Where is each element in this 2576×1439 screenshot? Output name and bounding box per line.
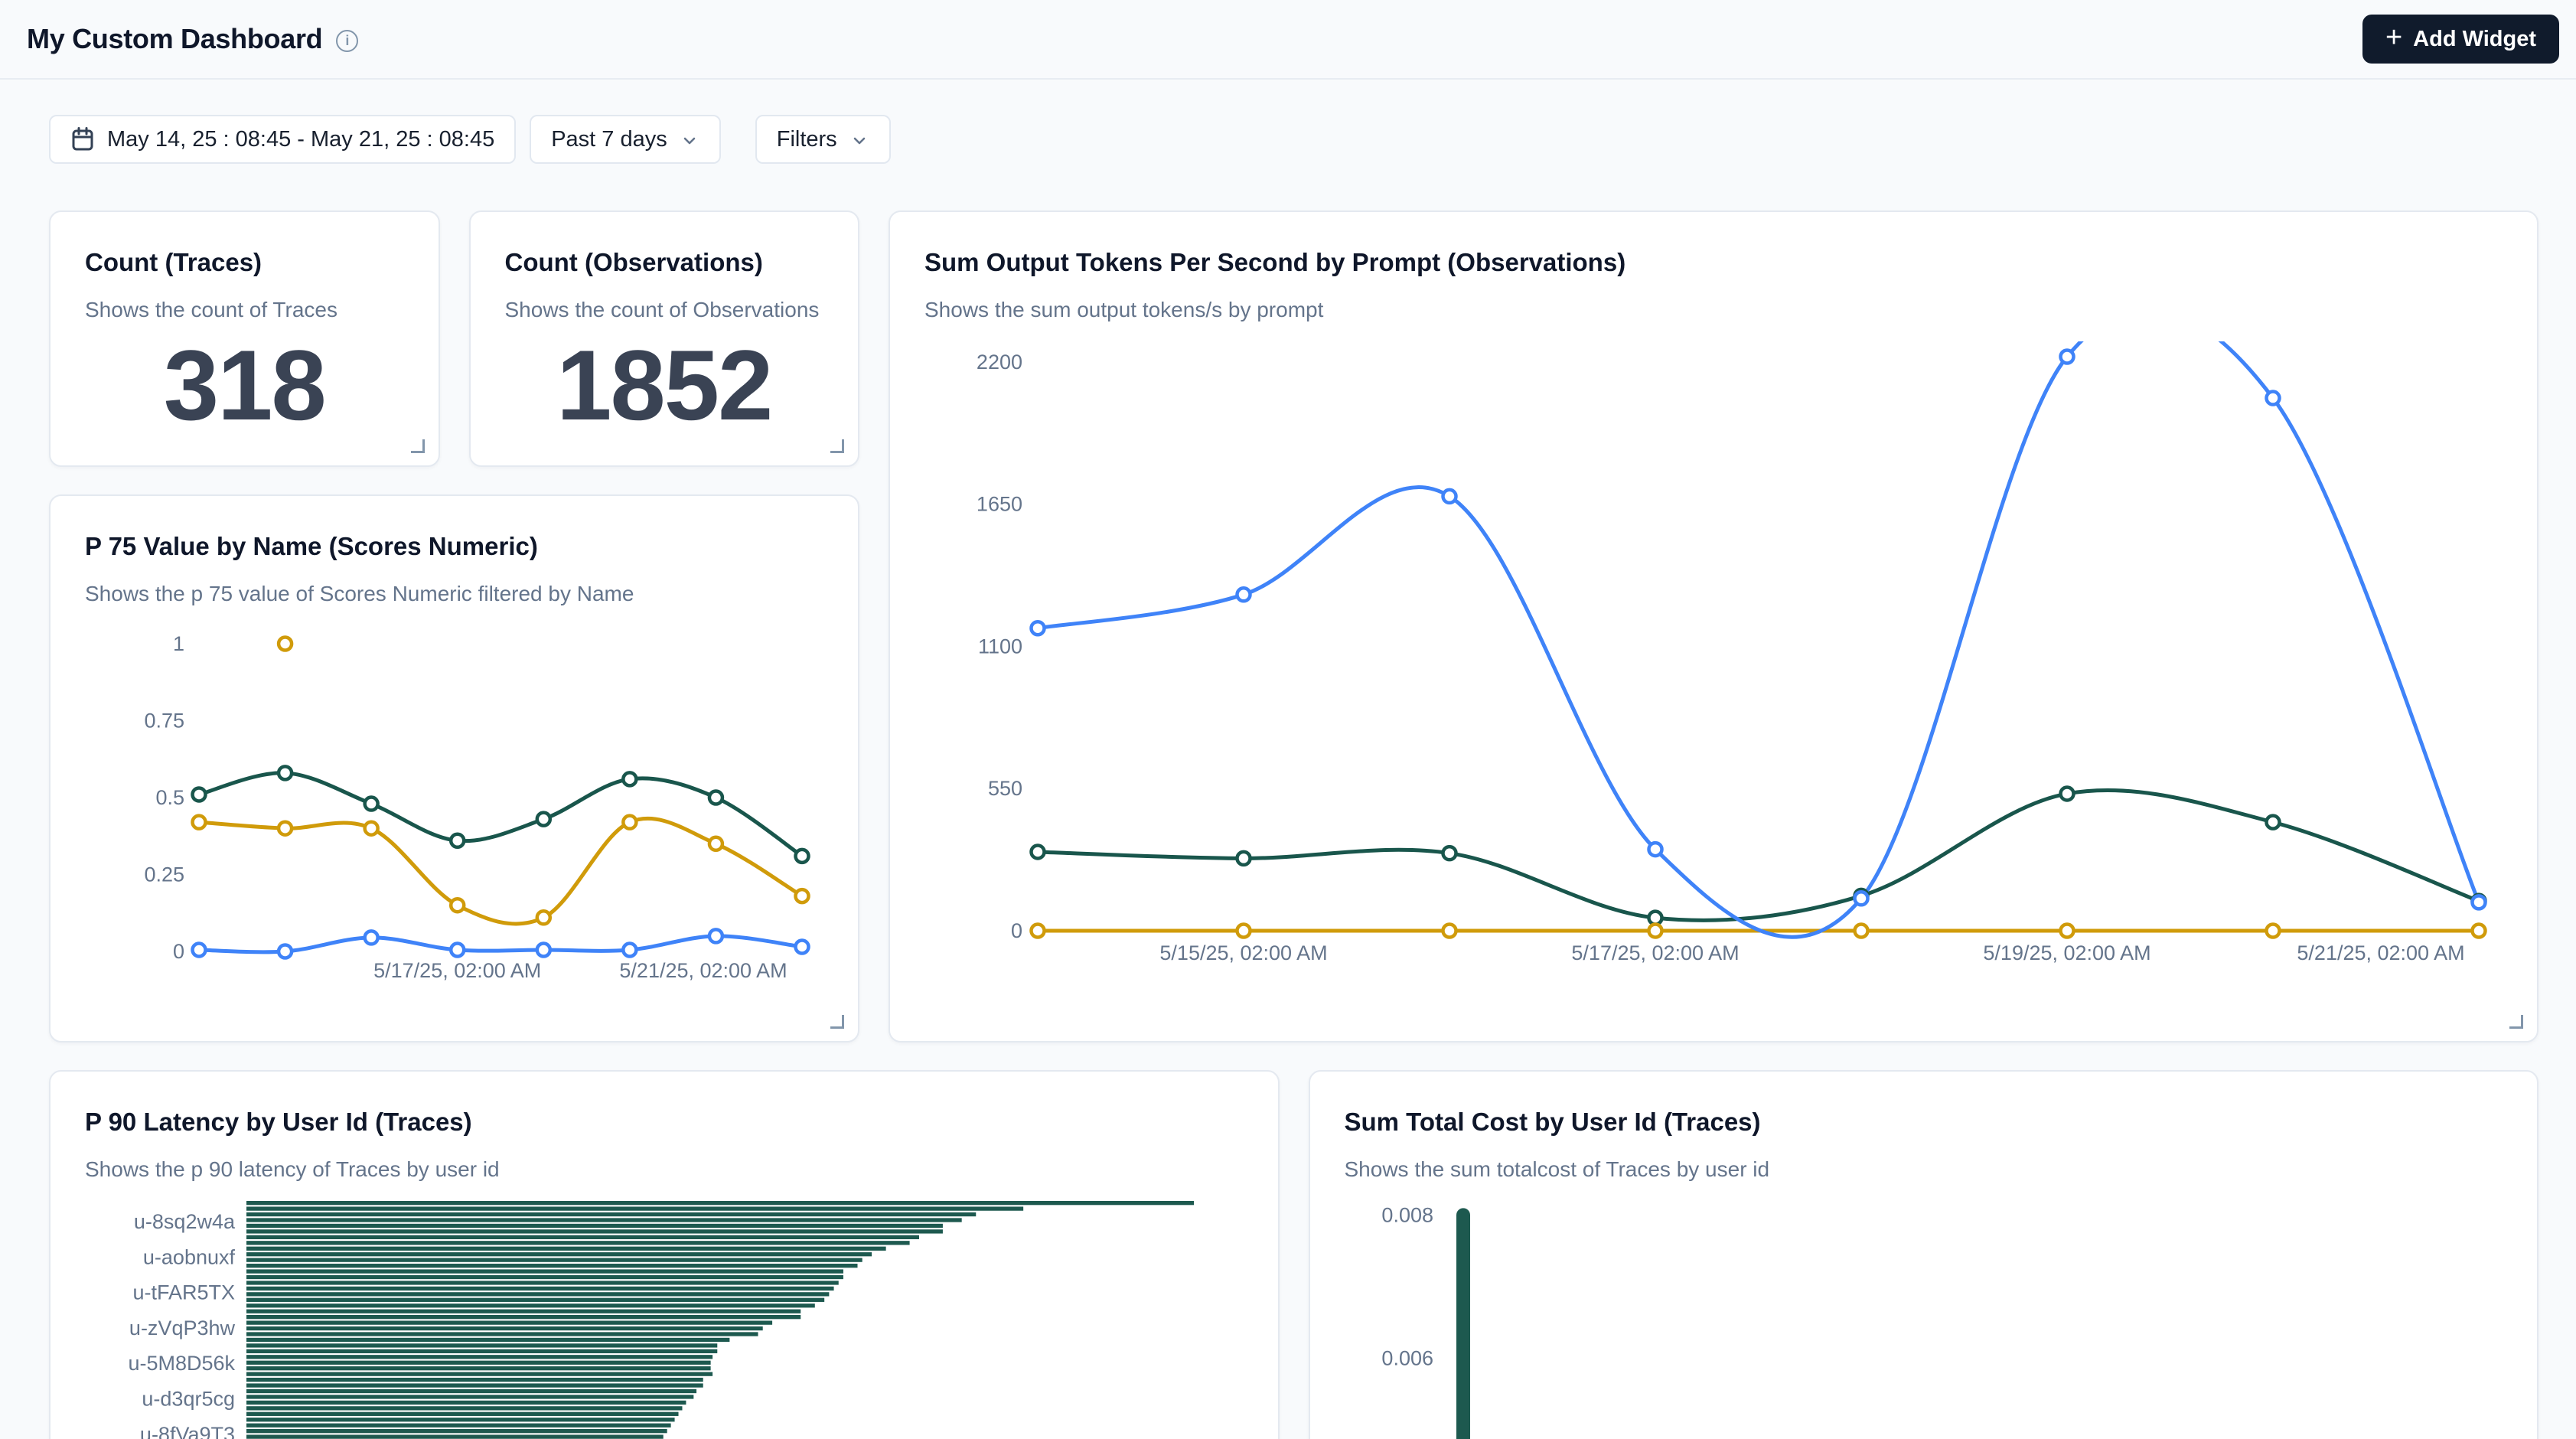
date-range-picker[interactable]: May 14, 25 : 08:45 - May 21, 25 : 08:45	[49, 115, 516, 164]
tokens-line-chart: 0 550 1100 1650 2200 5/15/25, 02:00 AM 5/17/25…	[924, 341, 2503, 969]
widget-subtitle: Shows the p 75 value of Scores Numeric f…	[85, 581, 823, 607]
svg-text:5/17/25, 02:00 AM: 5/17/25, 02:00 AM	[1571, 941, 1739, 964]
svg-text:5/19/25, 02:00 AM: 5/19/25, 02:00 AM	[1983, 941, 2150, 964]
resize-handle-icon[interactable]	[2509, 1015, 2523, 1029]
svg-text:u-d3qr5cg: u-d3qr5cg	[142, 1388, 235, 1411]
dashboard-main: May 14, 25 : 08:45 - May 21, 25 : 08:45 …	[0, 115, 2576, 1439]
svg-text:0: 0	[173, 940, 184, 963]
filters-label: Filters	[777, 127, 837, 152]
widget-title: Sum Total Cost by User Id (Traces)	[1345, 1106, 2503, 1138]
svg-text:u-5M8D56k: u-5M8D56k	[128, 1352, 235, 1375]
svg-text:0: 0	[1011, 919, 1022, 942]
widget-p90-latency: P 90 Latency by User Id (Traces) Shows t…	[49, 1070, 1280, 1439]
svg-text:5/21/25, 02:00 AM: 5/21/25, 02:00 AM	[2297, 941, 2464, 964]
calendar-icon	[70, 126, 95, 152]
svg-text:u-tFAR5TX: u-tFAR5TX	[132, 1281, 235, 1304]
svg-text:2200: 2200	[977, 351, 1022, 374]
widget-total-cost: Sum Total Cost by User Id (Traces) Shows…	[1309, 1070, 2539, 1439]
svg-text:1: 1	[173, 632, 184, 655]
page-header: My Custom Dashboard i + Add Widget	[0, 0, 2576, 80]
svg-text:0.008: 0.008	[1381, 1204, 1433, 1227]
widget-count-traces: Count (Traces) Shows the count of Traces…	[49, 210, 440, 467]
resize-handle-icon[interactable]	[830, 439, 844, 453]
svg-text:u-aobnuxf: u-aobnuxf	[143, 1245, 236, 1268]
widget-tokens-per-second: Sum Output Tokens Per Second by Prompt (…	[889, 210, 2539, 1043]
chevron-down-icon	[849, 131, 869, 151]
chevron-down-icon	[680, 131, 699, 151]
resize-handle-icon[interactable]	[411, 439, 425, 453]
svg-text:0.25: 0.25	[144, 863, 184, 886]
widget-subtitle: Shows the p 90 latency of Traces by user…	[85, 1157, 1244, 1183]
svg-text:1100: 1100	[978, 635, 1022, 658]
add-widget-label: Add Widget	[2413, 27, 2536, 52]
widget-grid: Count (Traces) Shows the count of Traces…	[49, 210, 2539, 1439]
date-preset-dropdown[interactable]: Past 7 days	[530, 115, 721, 164]
svg-text:u-zVqP3hw: u-zVqP3hw	[129, 1317, 236, 1339]
date-range-value: May 14, 25 : 08:45 - May 21, 25 : 08:45	[107, 127, 494, 152]
cost-bar-chart: 0.008 0.006	[1345, 1201, 2503, 1439]
widget-subtitle: Shows the sum totalcost of Traces by use…	[1345, 1157, 2503, 1183]
info-icon[interactable]: i	[336, 30, 358, 52]
svg-text:0.006: 0.006	[1381, 1347, 1433, 1370]
count-observations-value: 1852	[505, 335, 824, 435]
svg-text:u-8sq2w4a: u-8sq2w4a	[134, 1210, 236, 1233]
widget-subtitle: Shows the sum output tokens/s by prompt	[924, 297, 2503, 323]
widget-p75-scores: P 75 Value by Name (Scores Numeric) Show…	[49, 494, 859, 1043]
widget-title: Count (Traces)	[85, 246, 404, 279]
svg-text:5/17/25, 02:00 AM: 5/17/25, 02:00 AM	[373, 959, 541, 982]
resize-handle-icon[interactable]	[830, 1015, 844, 1029]
svg-text:u-8fVa9T3: u-8fVa9T3	[140, 1423, 235, 1439]
widget-title: P 90 Latency by User Id (Traces)	[85, 1106, 1244, 1138]
p90-bar-chart: u-8sq2w4a u-aobnuxf u-tFAR5TX u-zVqP3hw u-5M…	[85, 1201, 1244, 1439]
widget-subtitle: Shows the count of Observations	[505, 297, 824, 323]
widget-subtitle: Shows the count of Traces	[85, 297, 404, 323]
svg-text:5/15/25, 02:00 AM: 5/15/25, 02:00 AM	[1159, 941, 1327, 964]
widget-title: Count (Observations)	[505, 246, 824, 279]
plus-icon: +	[2385, 23, 2402, 52]
widget-title: Sum Output Tokens Per Second by Prompt (…	[924, 246, 2503, 279]
filter-row: May 14, 25 : 08:45 - May 21, 25 : 08:45 …	[49, 115, 2539, 164]
svg-text:550: 550	[988, 777, 1022, 800]
add-widget-button[interactable]: + Add Widget	[2362, 15, 2559, 64]
svg-text:0.75: 0.75	[144, 710, 184, 733]
widget-count-observations: Count (Observations) Shows the count of …	[469, 210, 860, 467]
widget-title: P 75 Value by Name (Scores Numeric)	[85, 530, 823, 563]
p75-line-chart: 0 0.25 0.5 0.75 1 5/17/25, 02:00 AM 5/21/25, 0…	[85, 625, 823, 985]
svg-text:0.5: 0.5	[155, 786, 184, 809]
page-title: My Custom Dashboard	[27, 23, 322, 55]
date-preset-value: Past 7 days	[551, 127, 667, 152]
filters-dropdown[interactable]: Filters	[755, 115, 891, 164]
svg-text:1650: 1650	[977, 493, 1022, 516]
count-traces-value: 318	[85, 335, 404, 435]
svg-text:5/21/25, 02:00 AM: 5/21/25, 02:00 AM	[619, 959, 787, 982]
